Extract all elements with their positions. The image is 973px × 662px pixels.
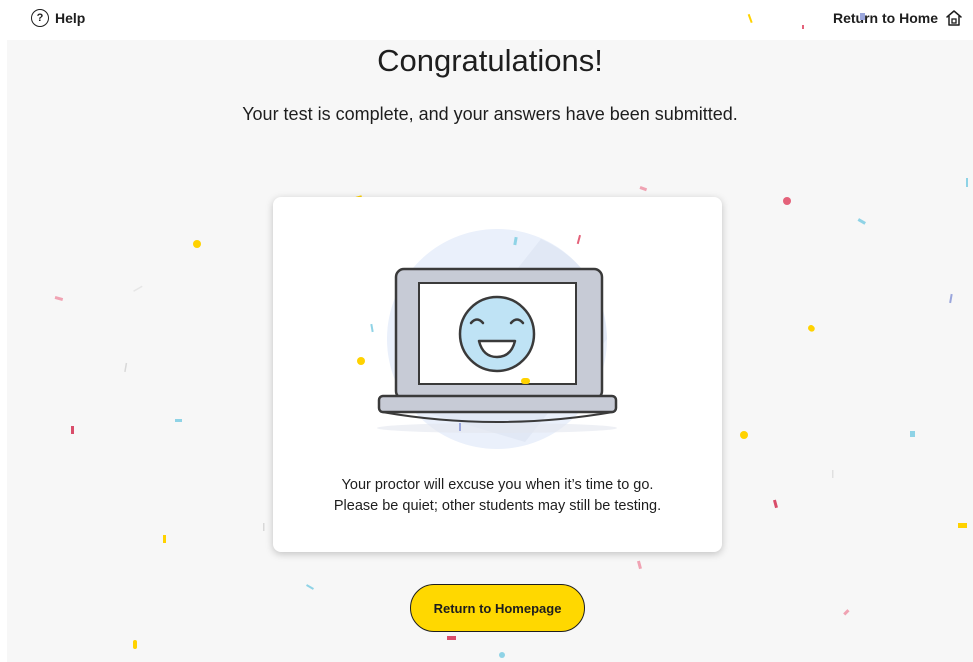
return-to-homepage-button[interactable]: Return to Homepage — [410, 584, 585, 632]
help-link[interactable]: ? Help — [31, 9, 85, 27]
page-subtitle: Your test is complete, and your answers … — [242, 104, 738, 124]
completion-card: Your proctor will excuse you when it’s t… — [273, 197, 722, 552]
proctor-message: Your proctor will excuse you when it’s t… — [341, 477, 654, 493]
question-circle-icon: ? — [31, 9, 49, 27]
home-icon — [946, 10, 962, 26]
top-bar: ? Help Return to Home — [0, 0, 973, 40]
return-to-home-link[interactable]: Return to Home — [833, 9, 963, 27]
quiet-message: Please be quiet; other students may stil… — [333, 498, 662, 514]
return-to-home-label: Return to Home — [833, 10, 938, 26]
card-message: Your proctor will excuse you when it’s t… — [273, 475, 722, 517]
smiling-laptop-icon — [357, 229, 618, 449]
help-label: Help — [55, 10, 86, 26]
page-title: Congratulations! — [377, 43, 603, 78]
